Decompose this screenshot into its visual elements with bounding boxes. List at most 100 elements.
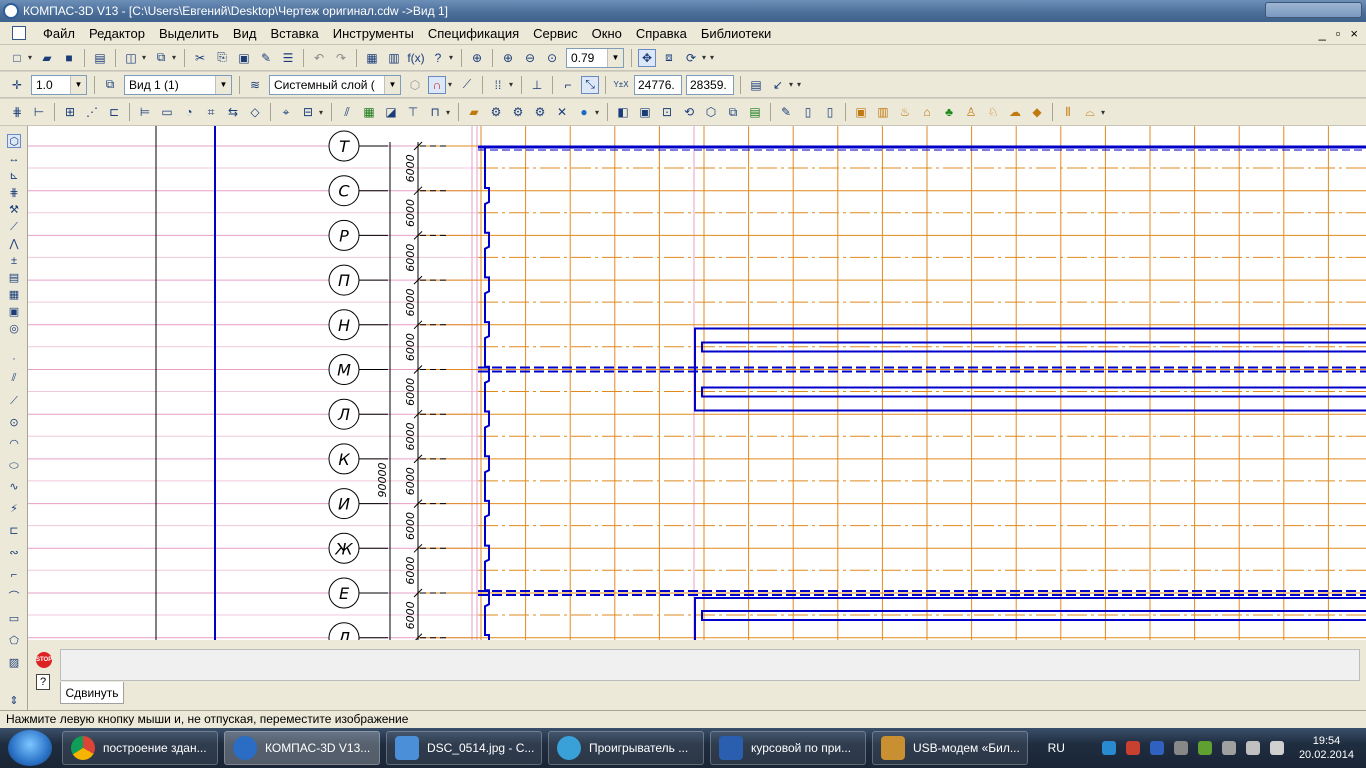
polyline-icon[interactable]: ⚡ xyxy=(7,502,21,516)
polygon-icon[interactable]: ⬠ xyxy=(7,634,21,648)
grid-dropdown-icon[interactable]: ▾ xyxy=(509,80,517,89)
column-icon[interactable]: ⊤ xyxy=(404,103,422,121)
page-2-icon[interactable]: ▯ xyxy=(821,103,839,121)
show-all-icon[interactable]: ⧈ xyxy=(660,49,678,67)
figure-icon[interactable]: ♘ xyxy=(984,103,1002,121)
edit-panel-icon[interactable]: ⋕ xyxy=(7,186,21,200)
properties-icon[interactable]: ☰ xyxy=(279,49,297,67)
mdi-minimize-button[interactable]: _ xyxy=(1319,26,1326,41)
column-grid-icon[interactable]: ⊞ xyxy=(61,103,79,121)
layer-state-icon[interactable]: ≋ xyxy=(246,76,264,94)
menu-service[interactable]: Сервис xyxy=(526,26,585,41)
spec-panel-icon[interactable]: ± xyxy=(7,254,21,268)
help-circle-icon[interactable]: ● xyxy=(575,103,593,121)
equipment-3-icon[interactable]: ⚙ xyxy=(531,103,549,121)
chevron-down-icon[interactable]: ▼ xyxy=(607,48,623,67)
task-kompas[interactable]: КОМПАС-3D V13... xyxy=(224,731,380,765)
kompas-app-icon[interactable] xyxy=(3,3,19,19)
chamfer-icon[interactable]: ⌐ xyxy=(7,568,21,582)
arc-icon[interactable]: ◠ xyxy=(7,437,21,451)
diagonal-axis-icon[interactable]: ⋰ xyxy=(83,103,101,121)
opening-tool-icon[interactable]: ⌗ xyxy=(202,103,220,121)
mdi-restore-button[interactable]: ▫ xyxy=(1336,26,1341,41)
context-help-icon[interactable]: ? xyxy=(429,49,447,67)
zoom-combo[interactable]: 0.79 ▼ xyxy=(566,47,624,68)
menu-libraries[interactable]: Библиотеки xyxy=(694,26,778,41)
task-media-player[interactable]: Проигрыватель ... xyxy=(548,731,704,765)
spreadsheet-icon[interactable]: ▦ xyxy=(360,103,378,121)
zoom-scale-icon[interactable]: ⊙ xyxy=(543,49,561,67)
car-icon[interactable]: ◆ xyxy=(1028,103,1046,121)
toolbar-overflow-icon[interactable]: ▾ xyxy=(710,53,718,62)
new-dropdown-icon[interactable]: ▾ xyxy=(28,53,36,62)
task-chrome[interactable]: построение здан... xyxy=(62,731,218,765)
spline-icon[interactable]: ∿ xyxy=(7,480,21,494)
menu-specification[interactable]: Спецификация xyxy=(421,26,526,41)
reports-panel-icon[interactable]: ▤ xyxy=(7,271,21,285)
menu-window[interactable]: Окно xyxy=(585,26,629,41)
table-dropdown-icon[interactable]: ▾ xyxy=(319,108,327,117)
antivirus-tray-icon[interactable] xyxy=(1125,741,1140,755)
preview-dropdown-icon[interactable]: ▾ xyxy=(142,53,150,62)
axis-grid-icon[interactable]: ⋕ xyxy=(8,103,26,121)
ellipse-icon[interactable]: ⬭ xyxy=(7,459,21,473)
window-tool-icon[interactable]: ▭ xyxy=(158,103,176,121)
redo-icon[interactable]: ↷ xyxy=(332,49,350,67)
menu-editor[interactable]: Редактор xyxy=(82,26,152,41)
sheet-icon[interactable]: ▤ xyxy=(746,103,764,121)
copy-icon[interactable]: ⎘ xyxy=(213,49,231,67)
preview-icon[interactable]: ◫ xyxy=(122,49,140,67)
designations-panel-icon[interactable]: ⊾ xyxy=(7,169,21,183)
fence-icon[interactable]: ⫴ xyxy=(1059,103,1077,121)
view-combo[interactable]: Вид 1 (1) ▼ xyxy=(124,74,232,95)
rotate-icon[interactable]: ⟲ xyxy=(680,103,698,121)
network-tray-icon[interactable] xyxy=(1101,741,1116,755)
wall-icon[interactable]: ⊢ xyxy=(30,103,48,121)
parametric-mode-icon[interactable]: ⤡ xyxy=(581,75,599,94)
house-icon[interactable]: ⌂ xyxy=(918,103,936,121)
menu-select[interactable]: Выделить xyxy=(152,26,226,41)
fx-variables-icon[interactable]: f(x) xyxy=(407,49,425,67)
sofa-icon[interactable]: ⌓ xyxy=(1081,103,1099,121)
fill-icon[interactable]: ◪ xyxy=(382,103,400,121)
menu-tools[interactable]: Инструменты xyxy=(326,26,421,41)
person-icon[interactable]: ♙ xyxy=(962,103,980,121)
snap-dropdown-icon[interactable]: ▾ xyxy=(448,80,456,89)
grid-icon[interactable]: ⁞⁞ xyxy=(489,76,507,94)
paste-icon[interactable]: ▣ xyxy=(235,49,253,67)
fillet-icon[interactable]: ⌒ xyxy=(7,590,21,604)
circle-icon[interactable]: ⊙ xyxy=(7,416,21,430)
format-brush-icon[interactable]: ✎ xyxy=(257,49,275,67)
stamp-icon[interactable]: ⊡ xyxy=(658,103,676,121)
cut-icon[interactable]: ✂ xyxy=(191,49,209,67)
toolbar-overflow-icon[interactable]: ▾ xyxy=(1101,108,1109,117)
command-help-button[interactable]: ? xyxy=(36,674,50,690)
manager-icon[interactable]: ▦ xyxy=(363,49,381,67)
language-indicator[interactable]: RU xyxy=(1048,741,1065,755)
save-icon[interactable]: ■ xyxy=(60,49,78,67)
chevron-down-icon[interactable]: ▼ xyxy=(70,75,86,94)
equipment-icon[interactable]: ⚙ xyxy=(487,103,505,121)
document-icon[interactable] xyxy=(12,26,26,40)
menu-insert[interactable]: Вставка xyxy=(263,26,325,41)
new-document-icon[interactable]: □ xyxy=(8,49,26,67)
point-icon[interactable]: · xyxy=(7,352,21,366)
marker-tool-icon[interactable]: ◇ xyxy=(246,103,264,121)
reconstruct-icon[interactable]: ↙ xyxy=(769,76,787,94)
drawing-canvas[interactable]: Т С Р П Н М Л К И Ж Е Д 6000 6000 6000 6000 6000 6000 6000… xyxy=(28,126,1366,640)
view-dropdown-icon[interactable]: ▾ xyxy=(702,53,710,62)
step-cursor-icon[interactable]: ✛ xyxy=(8,76,26,94)
stair-icon[interactable]: ⊏ xyxy=(105,103,123,121)
properties-bar[interactable] xyxy=(60,649,1360,681)
views-panel-icon[interactable]: ▣ xyxy=(7,305,21,319)
view-state-icon[interactable]: ⧉ xyxy=(101,76,119,94)
pipe-tool-icon[interactable]: ⇆ xyxy=(224,103,242,121)
toolbar-overflow-icon[interactable]: ▾ xyxy=(797,80,805,89)
task-word[interactable]: курсовой по при... xyxy=(710,731,866,765)
library-folder-icon[interactable]: ▰ xyxy=(465,103,483,121)
drawing-svg[interactable]: Т С Р П Н М Л К И Ж Е Д 6000 6000 6000 6000 6000 6000 6000… xyxy=(28,126,1366,640)
measure-panel-icon[interactable]: ⟋ xyxy=(7,220,21,234)
open-folder-icon[interactable]: ▰ xyxy=(38,49,56,67)
menu-view[interactable]: Вид xyxy=(226,26,264,41)
zoom-in-icon[interactable]: ⊕ xyxy=(499,49,517,67)
